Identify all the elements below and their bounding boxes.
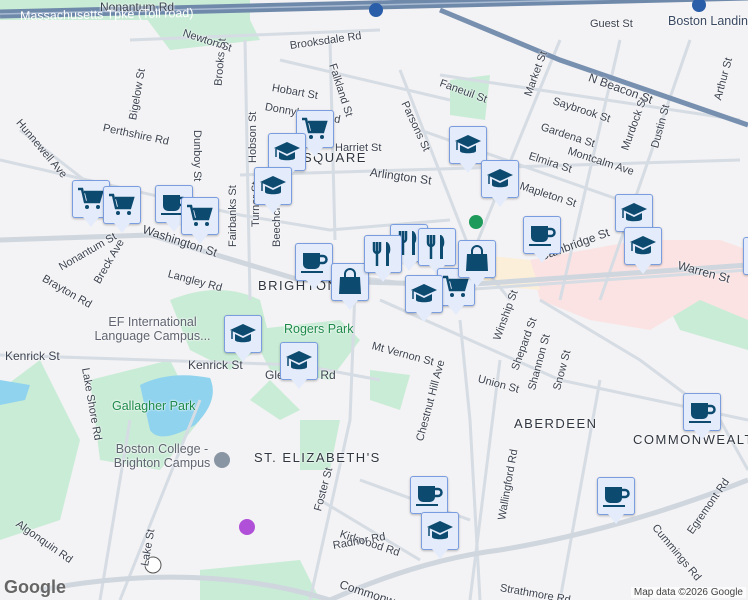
school-marker[interactable] (268, 133, 306, 180)
coffee-cup-icon (602, 482, 630, 510)
graduation-cap-icon (285, 347, 313, 375)
shopping-cart-icon (186, 202, 214, 230)
graduation-cap-icon (620, 199, 648, 227)
poi-label: Boston Landing (668, 14, 748, 28)
school-marker[interactable] (421, 512, 459, 559)
coffee-cup-icon (688, 398, 716, 426)
shopping-marker[interactable] (458, 240, 496, 287)
cafe-marker[interactable] (683, 393, 721, 440)
school-marker[interactable] (624, 227, 662, 274)
area-label: ABERDEEN (514, 416, 598, 431)
coffee-cup-icon (528, 221, 556, 249)
park-label: Gallagher Park (112, 399, 196, 413)
shopping-bag-icon (336, 268, 364, 296)
school-marker[interactable] (405, 275, 443, 322)
coffee-cup-icon (415, 481, 443, 509)
school-marker[interactable] (254, 167, 292, 214)
shopping-bag-icon (463, 245, 491, 273)
restaurant-marker[interactable] (418, 228, 456, 275)
restaurant-marker[interactable] (364, 235, 402, 282)
graduation-cap-icon (273, 138, 301, 166)
street-label: Kenrick St (5, 349, 60, 363)
cafe-marker[interactable] (410, 476, 448, 523)
graduation-cap-icon (454, 131, 482, 159)
cafe-marker[interactable] (743, 237, 748, 275)
street-label: Guest St (590, 18, 633, 30)
restaurant-icon (369, 240, 397, 268)
map-attribution[interactable]: Map data ©2026 Google (630, 587, 746, 598)
shopping-cart-icon (108, 191, 136, 219)
park-label: Rogers Park (284, 322, 354, 336)
map[interactable]: Nonantum Rd Massachusetts Tpke (Toll roa… (0, 0, 748, 600)
graduation-cap-icon (259, 172, 287, 200)
graduation-cap-icon (410, 280, 438, 308)
cafe-marker[interactable] (295, 243, 333, 290)
cafe-marker[interactable] (597, 477, 635, 524)
restaurant-icon (423, 233, 451, 261)
street-label: Dunboy St (191, 130, 203, 182)
school-marker[interactable] (481, 160, 519, 207)
street-label: Hobson St (247, 111, 259, 163)
shopping-marker[interactable] (103, 186, 141, 233)
shopping-cart-icon (77, 185, 105, 213)
area-label: ST. ELIZABETH'S (254, 450, 381, 465)
graduation-cap-icon (629, 232, 657, 260)
cafe-marker[interactable] (523, 216, 561, 263)
area-label: COMMONWEALTH (633, 432, 748, 447)
graduation-cap-icon (486, 165, 514, 193)
graduation-cap-icon (426, 517, 454, 545)
school-marker[interactable] (449, 126, 487, 173)
school-marker[interactable] (280, 342, 318, 389)
poi-label[interactable]: EF International Language Campus... (90, 315, 215, 343)
street-label: Fairbanks St (227, 185, 239, 247)
google-logo: Google (4, 577, 66, 597)
school-marker[interactable] (224, 315, 262, 362)
poi-label[interactable]: Boston College - Brighton Campus (112, 442, 212, 470)
coffee-cup-icon (300, 248, 328, 276)
graduation-cap-icon (229, 320, 257, 348)
shopping-marker[interactable] (181, 197, 219, 244)
